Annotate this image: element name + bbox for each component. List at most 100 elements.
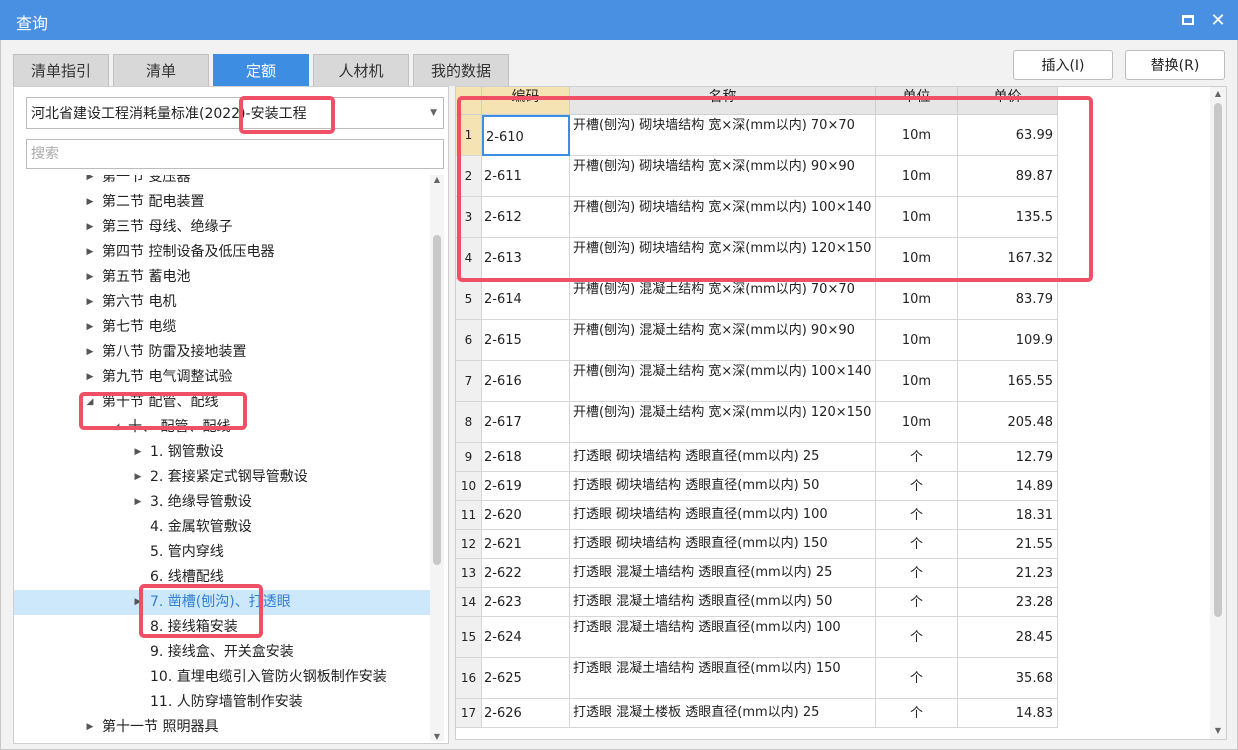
cell-idx[interactable]: 6 [456,320,482,361]
cell-code[interactable]: 2-623 [482,588,570,617]
cell-idx[interactable]: 17 [456,699,482,728]
tree-item[interactable]: 8. 接线箱安装 [14,615,430,640]
table-row[interactable]: 16 2-625 打透眼 混凝土墙结构 透眼直径(mm以内) 150 个 35.68 [456,658,1058,699]
cell-price[interactable]: 23.28 [958,588,1058,617]
cell-unit[interactable]: 10m [876,402,958,443]
cell-price[interactable]: 12.79 [958,443,1058,472]
cell-idx[interactable]: 5 [456,279,482,320]
table-row[interactable]: 1 2-610 开槽(刨沟) 砌块墙结构 宽×深(mm以内) 70×70 10m 63.… [456,115,1058,156]
table-row[interactable]: 5 2-614 开槽(刨沟) 混凝土结构 宽×深(mm以内) 70×70 10m 83.… [456,279,1058,320]
tree-scroll-thumb[interactable] [433,235,441,565]
cell-code[interactable]: 2-618 [482,443,570,472]
cell-code[interactable]: 2-625 [482,658,570,699]
cell-price[interactable]: 135.5 [958,197,1058,238]
cell-unit[interactable]: 10m [876,156,958,197]
grid-scroll-thumb[interactable] [1214,103,1222,617]
table-row[interactable]: 12 2-621 打透眼 砌块墙结构 透眼直径(mm以内) 150 个 21.55 [456,530,1058,559]
table-row[interactable]: 11 2-620 打透眼 砌块墙结构 透眼直径(mm以内) 100 个 18.31 [456,501,1058,530]
search-input[interactable] [26,139,444,169]
cell-price[interactable]: 63.99 [958,115,1058,156]
tab-my-data[interactable]: 我的数据 [413,54,509,86]
cell-name[interactable]: 打透眼 砌块墙结构 透眼直径(mm以内) 50 [570,472,876,501]
tab-quota[interactable]: 定额 [213,54,309,86]
cell-name[interactable]: 打透眼 砌块墙结构 透眼直径(mm以内) 150 [570,530,876,559]
cell-name[interactable]: 打透眼 混凝土墙结构 透眼直径(mm以内) 150 [570,658,876,699]
cell-price[interactable]: 83.79 [958,279,1058,320]
tree-item[interactable]: ▶ 第九节 电气调整试验 [14,365,430,390]
header-name[interactable]: 名称 [570,87,876,115]
cell-price[interactable]: 167.32 [958,238,1058,279]
header-unit[interactable]: 单位 [876,87,958,115]
cell-code[interactable]: 2-616 [482,361,570,402]
grid-scroll-up-icon[interactable]: ▲ [1211,89,1225,98]
table-row[interactable]: 8 2-617 开槽(刨沟) 混凝土结构 宽×深(mm以内) 120×150 10m 2… [456,402,1058,443]
cell-unit[interactable]: 个 [876,559,958,588]
tree-item[interactable]: ▶ 第四节 控制设备及低压电器 [14,240,430,265]
table-row[interactable]: 6 2-615 开槽(刨沟) 混凝土结构 宽×深(mm以内) 90×90 10m 109… [456,320,1058,361]
cell-name[interactable]: 开槽(刨沟) 混凝土结构 宽×深(mm以内) 100×140 [570,361,876,402]
cell-name[interactable]: 开槽(刨沟) 混凝土结构 宽×深(mm以内) 70×70 [570,279,876,320]
tree-item[interactable]: ▶ 第十一节 照明器具 [14,715,430,740]
cell-unit[interactable]: 10m [876,361,958,402]
cell-idx[interactable]: 15 [456,617,482,658]
cell-name[interactable]: 开槽(刨沟) 混凝土结构 宽×深(mm以内) 90×90 [570,320,876,361]
tree-item[interactable]: ▶ 第五节 蓄电池 [14,265,430,290]
header-price[interactable]: 单价 [958,87,1058,115]
cell-idx[interactable]: 13 [456,559,482,588]
cell-unit[interactable]: 个 [876,501,958,530]
expand-icon[interactable]: ▶ [132,490,144,515]
cell-price[interactable]: 21.55 [958,530,1058,559]
collapse-icon[interactable]: ◢ [84,390,96,415]
cell-unit[interactable]: 个 [876,617,958,658]
tree-item[interactable]: 6. 线槽配线 [14,565,430,590]
cell-idx[interactable]: 11 [456,501,482,530]
expand-icon[interactable]: ▶ [84,190,96,215]
tree-item[interactable]: ▶ 第二节 配电装置 [14,190,430,215]
cell-price[interactable]: 18.31 [958,501,1058,530]
tree-item[interactable]: ▶ 第一节 变压器 [14,175,430,190]
cell-price[interactable]: 165.55 [958,361,1058,402]
tree-item[interactable]: ◢ 第十节 配管、配线 [14,390,430,415]
tree-item[interactable]: 9. 接线盒、开关盒安装 [14,640,430,665]
cell-code[interactable]: 2-617 [482,402,570,443]
cell-unit[interactable]: 个 [876,530,958,559]
cell-code[interactable]: 2-619 [482,472,570,501]
tree-item[interactable]: 5. 管内穿线 [14,540,430,565]
cell-name[interactable]: 打透眼 混凝土墙结构 透眼直径(mm以内) 25 [570,559,876,588]
cell-price[interactable]: 14.89 [958,472,1058,501]
tab-bill[interactable]: 清单 [113,54,209,86]
expand-icon[interactable]: ▶ [84,715,96,740]
tab-bill-guide[interactable]: 清单指引 [13,54,109,86]
cell-unit[interactable]: 个 [876,588,958,617]
table-row[interactable]: 9 2-618 打透眼 砌块墙结构 透眼直径(mm以内) 25 个 12.79 [456,443,1058,472]
cell-unit[interactable]: 个 [876,443,958,472]
expand-icon[interactable]: ▶ [84,240,96,265]
cell-name[interactable]: 开槽(刨沟) 砌块墙结构 宽×深(mm以内) 100×140 [570,197,876,238]
expand-icon[interactable]: ▶ [132,465,144,490]
cell-price[interactable]: 205.48 [958,402,1058,443]
tree-item[interactable]: ▶ 7. 凿槽(刨沟)、打透眼 [14,590,430,615]
cell-name[interactable]: 打透眼 砌块墙结构 透眼直径(mm以内) 25 [570,443,876,472]
table-row[interactable]: 17 2-626 打透眼 混凝土楼板 透眼直径(mm以内) 25 个 14.83 [456,699,1058,728]
table-row[interactable]: 4 2-613 开槽(刨沟) 砌块墙结构 宽×深(mm以内) 120×150 10m 1… [456,238,1058,279]
expand-icon[interactable]: ▶ [84,340,96,365]
cell-code[interactable]: 2-612 [482,197,570,238]
tree-item[interactable]: ▶ 第六节 电机 [14,290,430,315]
grid-scroll-down-icon[interactable]: ▼ [1211,726,1225,735]
expand-icon[interactable]: ▶ [132,440,144,465]
header-code[interactable]: 编码 [482,87,570,115]
tree-item[interactable]: ▶ 第七节 电缆 [14,315,430,340]
cell-code[interactable]: 2-613 [482,238,570,279]
cell-code[interactable]: 2-626 [482,699,570,728]
standard-select[interactable]: 河北省建设工程消耗量标准(2022)-安装工程 ▼ [26,97,444,129]
cell-idx[interactable]: 12 [456,530,482,559]
tab-labor-material-machine[interactable]: 人材机 [313,54,409,86]
cell-name[interactable]: 开槽(刨沟) 砌块墙结构 宽×深(mm以内) 70×70 [570,115,876,156]
cell-name[interactable]: 打透眼 混凝土墙结构 透眼直径(mm以内) 100 [570,617,876,658]
expand-icon[interactable]: ▶ [84,265,96,290]
cell-unit[interactable]: 个 [876,472,958,501]
expand-icon[interactable]: ▶ [84,315,96,340]
cell-price[interactable]: 109.9 [958,320,1058,361]
tree-item[interactable]: ▶ 1. 钢管敷设 [14,440,430,465]
cell-price[interactable]: 28.45 [958,617,1058,658]
